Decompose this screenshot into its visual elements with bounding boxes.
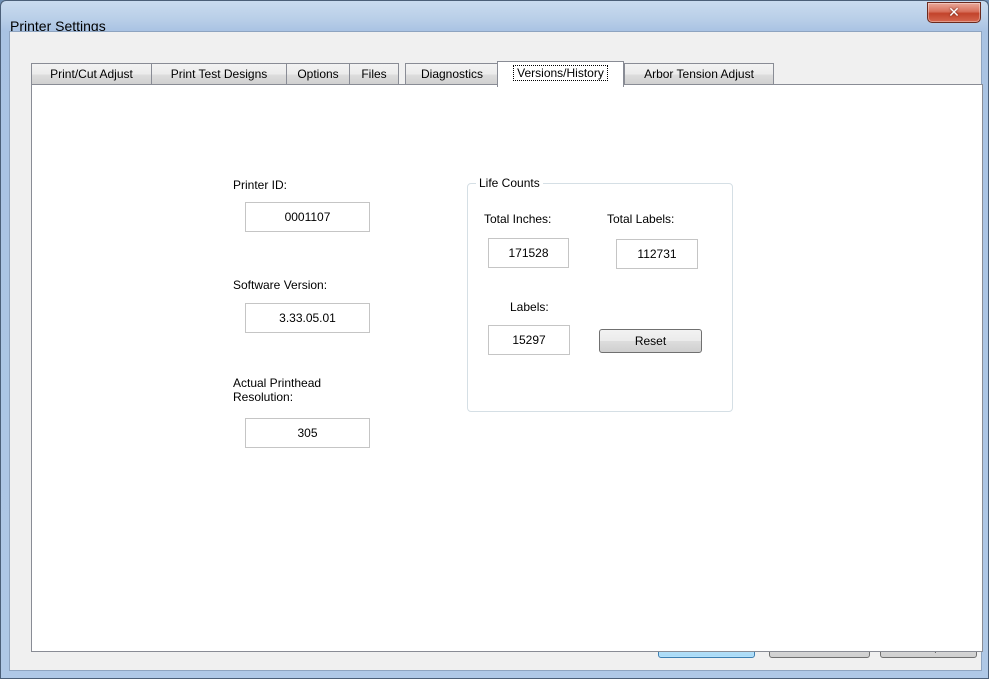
reset-button[interactable]: Reset bbox=[599, 329, 702, 353]
resolution-label-line2: Resolution: bbox=[233, 390, 294, 404]
life-counts-title: Life Counts bbox=[476, 176, 543, 190]
resolution-field: 305 bbox=[245, 418, 370, 448]
printer-id-label: Printer ID: bbox=[233, 178, 288, 192]
tab-label: Print Test Designs bbox=[170, 67, 268, 81]
life-counts-group: Life Counts Total Inches: 171528 Total L… bbox=[467, 176, 733, 412]
tab-diagnostics[interactable]: Diagnostics bbox=[405, 63, 499, 85]
tab-label: Options bbox=[297, 67, 339, 81]
total-inches-label: Total Inches: bbox=[484, 212, 552, 226]
tab-print-cut-adjust[interactable]: Print/Cut Adjust bbox=[31, 63, 152, 85]
tab-label: Versions/History bbox=[513, 65, 608, 81]
dialog-client-area: Print/Cut Adjust Print Test Designs Opti… bbox=[9, 31, 983, 671]
tab-options[interactable]: Options bbox=[286, 63, 350, 85]
tab-versions-history[interactable]: Versions/History bbox=[497, 61, 624, 87]
tab-strip: Print/Cut Adjust Print Test Designs Opti… bbox=[31, 61, 791, 87]
printer-id-field: 0001107 bbox=[245, 202, 370, 232]
software-version-label: Software Version: bbox=[233, 278, 328, 292]
tab-arbor-tension-adjust[interactable]: Arbor Tension Adjust bbox=[624, 63, 774, 85]
labels-field: 15297 bbox=[488, 325, 570, 355]
total-labels-field: 112731 bbox=[616, 239, 698, 269]
total-labels-label: Total Labels: bbox=[607, 212, 675, 226]
close-icon: ✕ bbox=[948, 4, 960, 21]
close-button[interactable]: ✕ bbox=[927, 2, 981, 23]
labels-label: Labels: bbox=[510, 300, 549, 314]
printer-settings-window: Printer Settings ✕ Print/Cut Adjust Prin… bbox=[0, 0, 989, 679]
tab-label: Arbor Tension Adjust bbox=[644, 67, 754, 81]
total-inches-field: 171528 bbox=[488, 238, 569, 268]
resolution-label-line1: Actual Printhead bbox=[233, 376, 322, 390]
software-version-field: 3.33.05.01 bbox=[245, 303, 370, 333]
tab-files[interactable]: Files bbox=[349, 63, 399, 85]
tab-label: Diagnostics bbox=[420, 67, 484, 81]
tab-print-test-designs[interactable]: Print Test Designs bbox=[151, 63, 287, 85]
tab-label: Files bbox=[361, 67, 387, 81]
tab-label: Print/Cut Adjust bbox=[50, 67, 133, 81]
versions-history-panel: Printer ID: 0001107 Software Version: 3.… bbox=[31, 84, 983, 652]
